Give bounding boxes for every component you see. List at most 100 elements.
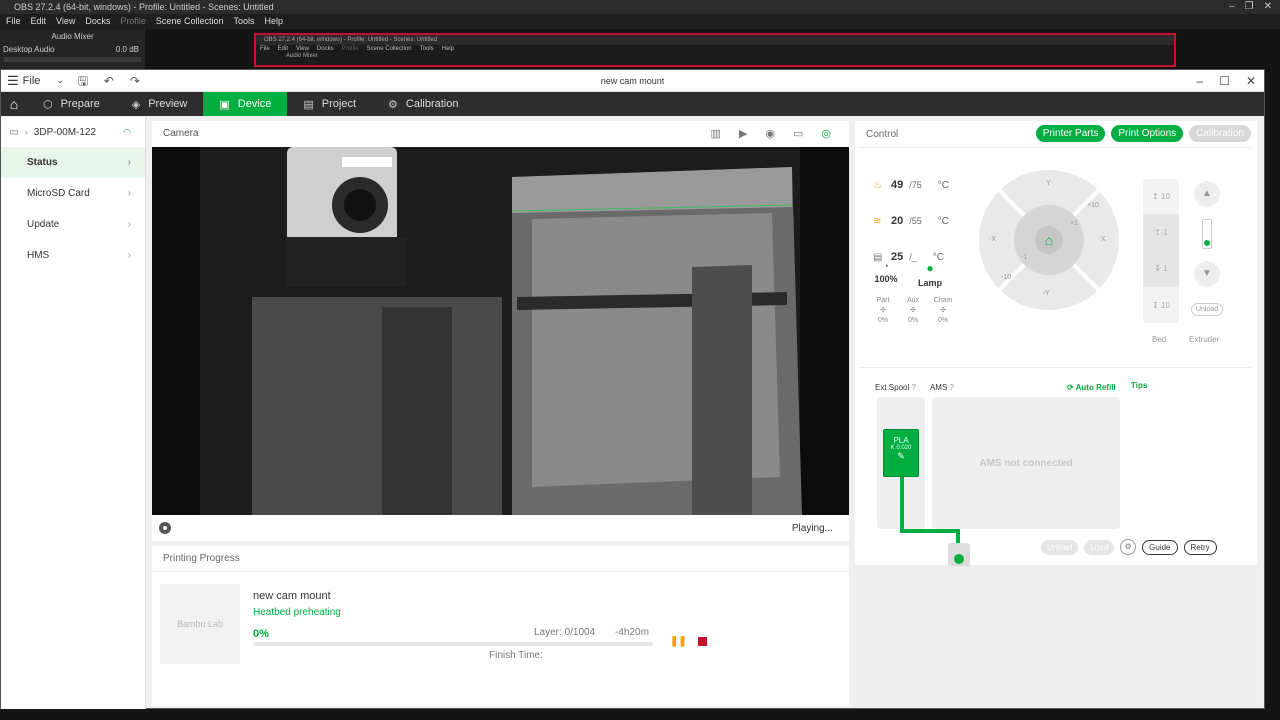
device-icon: ▣	[219, 98, 230, 111]
undo-icon[interactable]: ↶	[102, 74, 116, 88]
extrude-down-icon[interactable]: ▼	[1194, 261, 1220, 287]
record-icon[interactable]	[159, 522, 171, 534]
obs-menu-docks[interactable]: Docks	[85, 14, 110, 29]
camera-toolbar: ▥ ▶ ◉ ▭ ◎	[711, 127, 832, 140]
filament-path	[900, 529, 960, 533]
close-icon[interactable]: ✕	[1264, 0, 1272, 14]
obs-menu-tools[interactable]: Tools	[233, 14, 254, 29]
obs-nested-menu-tools: Tools	[419, 46, 434, 52]
sidebar-item-microsd[interactable]: MicroSD Card ›	[1, 178, 145, 209]
bed-step-label: 10	[1161, 300, 1170, 310]
tab-device[interactable]: ▣ Device	[203, 92, 288, 116]
minimize-icon[interactable]: –	[1196, 74, 1203, 88]
tab-preview[interactable]: ◈ Preview	[116, 92, 204, 116]
obs-menu-file[interactable]: File	[6, 14, 21, 29]
help-icon[interactable]: ?	[911, 383, 915, 392]
home-icon[interactable]: ⌂	[1, 92, 27, 116]
bed-temp[interactable]: ≋ 20 /55 °C	[873, 203, 949, 239]
obs-audio-meter	[4, 57, 141, 62]
speed-control[interactable]: ◔ 100%	[871, 261, 901, 284]
bed-down-10[interactable]: ↧ 10	[1143, 287, 1179, 323]
wifi-icon: ◠	[123, 126, 131, 137]
close-icon[interactable]: ✕	[1246, 74, 1256, 88]
sd-card-icon[interactable]: ▥	[711, 127, 721, 140]
control-title: Control	[866, 128, 899, 140]
home-axes-icon[interactable]: ⌂	[1035, 226, 1063, 254]
printer-parts-button[interactable]: Printer Parts	[1035, 125, 1106, 142]
control-panel: Control Printer Parts Print Options Cali…	[855, 121, 1257, 571]
redo-icon[interactable]: ↷	[128, 74, 142, 88]
extrude-up-icon[interactable]: ▲	[1194, 181, 1220, 207]
fan-chamber-label: Cham	[933, 297, 953, 304]
fan-icon: ✣	[910, 307, 916, 314]
jog-neg-y-label: -Y	[1043, 290, 1050, 297]
camera-header: Camera ▥ ▶ ◉ ▭ ◎	[152, 121, 849, 146]
device-selector[interactable]: ▭ › 3DP-00M-122 ◠	[1, 117, 145, 147]
sidebar-item-label: Status	[27, 157, 58, 168]
extruder-label: Extruder	[1189, 335, 1220, 344]
ams-unload-button[interactable]: Unload	[1041, 539, 1079, 555]
guide-button[interactable]: Guide	[1142, 539, 1178, 555]
obs-menu-profile[interactable]: Profile	[120, 14, 146, 29]
ams-settings-icon[interactable]: ⚙	[1120, 539, 1137, 555]
tips-link[interactable]: Tips	[1131, 381, 1147, 390]
tab-project[interactable]: ▤ Project	[287, 92, 372, 116]
nozzle-temp[interactable]: ♨ 49 /75 °C	[873, 167, 949, 203]
obs-audio-mixer-dock: Audio Mixer Desktop Audio 0.0 dB	[0, 29, 145, 69]
fan-aux[interactable]: Aux ✣ 0%	[903, 296, 923, 326]
obs-menu-scene-collection[interactable]: Scene Collection	[156, 14, 224, 29]
save-icon[interactable]: 🖫	[76, 74, 90, 88]
bed-down-1[interactable]: ↧ 1	[1143, 251, 1179, 287]
window-title-bar: ☰ File ⌄ 🖫 ↶ ↷ new cam mount – ☐ ✕	[1, 70, 1264, 92]
sidebar-item-update[interactable]: Update ›	[1, 209, 145, 240]
bed-up-10[interactable]: ↥ 10	[1143, 179, 1179, 215]
tab-calibration[interactable]: ⚙ Calibration	[372, 92, 474, 116]
maximize-icon[interactable]: ☐	[1219, 74, 1230, 88]
ams-load-button[interactable]: Load	[1084, 539, 1115, 555]
tab-prepare-label: Prepare	[60, 98, 100, 110]
camera-panel: Camera ▥ ▶ ◉ ▭ ◎ Playing...	[152, 121, 849, 541]
obs-nested-dock: Audio Mixer	[286, 53, 318, 59]
refresh-icon: ⟳	[1067, 383, 1074, 392]
obs-menu-view[interactable]: View	[56, 14, 75, 29]
extruder-unload-button[interactable]: Unload	[1191, 303, 1223, 316]
obs-menu-edit[interactable]: Edit	[31, 14, 47, 29]
fan-part[interactable]: Part ✣ 0%	[873, 296, 893, 326]
obs-title-bar: OBS 27.2.4 (64-bit, windows) - Profile: …	[0, 0, 1280, 14]
tab-project-label: Project	[321, 98, 357, 110]
minimize-icon[interactable]: –	[1229, 0, 1235, 14]
timelapse-icon[interactable]: ▶	[739, 127, 747, 140]
restore-icon[interactable]: ❐	[1245, 0, 1254, 14]
fan-chamber[interactable]: Cham ✣ 0%	[933, 296, 953, 326]
camera-settings-icon[interactable]: ◎	[821, 127, 831, 140]
ext-spool[interactable]: PLA K 0.020 ✎	[883, 429, 919, 477]
record-video-icon[interactable]: ▭	[793, 127, 803, 140]
bed-up-1[interactable]: ↥ 1	[1143, 215, 1179, 251]
obs-window-controls: – ❐ ✕	[1229, 0, 1272, 14]
sidebar-item-status[interactable]: Status ›	[1, 147, 145, 178]
bed-step-label: 1	[1163, 228, 1168, 237]
axis-jog-control[interactable]: ⌂ Y -Y X -X +10 +1 -1 -10	[979, 170, 1119, 310]
pause-icon[interactable]: ❚❚	[670, 636, 687, 647]
stop-icon[interactable]	[698, 637, 707, 646]
retry-button[interactable]: Retry	[1183, 539, 1217, 555]
calibration-button[interactable]: Calibration	[1189, 125, 1251, 142]
progress-percent: 0%	[253, 628, 269, 640]
tab-prepare[interactable]: ⬡ Prepare	[27, 92, 116, 116]
webcam-icon[interactable]: ◉	[765, 127, 775, 140]
auto-refill-button[interactable]: ⟳ Auto Refill	[1067, 383, 1116, 392]
lamp-control[interactable]: ● Lamp	[915, 261, 945, 288]
device-name: 3DP-00M-122	[33, 126, 97, 138]
jog-plus1-label: +1	[1070, 220, 1078, 227]
print-options-button[interactable]: Print Options	[1111, 125, 1184, 142]
obs-menu-help[interactable]: Help	[264, 14, 283, 29]
help-icon[interactable]: ?	[950, 383, 954, 392]
file-menu[interactable]: ☰ File ⌄	[1, 73, 64, 89]
obs-nested-preview: OBS 27.2.4 (64-bit, windows) - Profile: …	[254, 33, 1176, 67]
camera-image	[152, 147, 849, 515]
obs-nested-menu-view: View	[296, 46, 309, 52]
spool-material: PLA	[893, 436, 909, 445]
obs-nested-menu-help: Help	[441, 46, 454, 52]
sidebar-item-hms[interactable]: HMS ›	[1, 240, 145, 271]
printing-progress-panel: Printing Progress Bambu Lab new cam moun…	[152, 546, 849, 706]
